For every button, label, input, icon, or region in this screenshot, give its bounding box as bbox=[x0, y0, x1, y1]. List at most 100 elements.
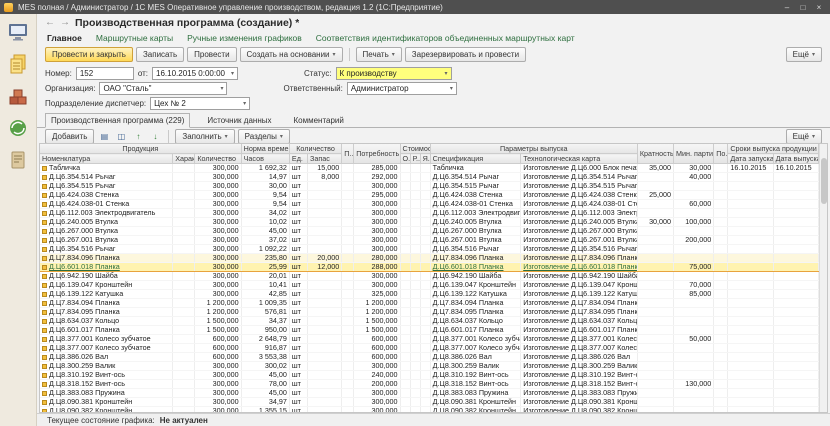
cell-dl[interactable] bbox=[728, 344, 773, 353]
cell-ch[interactable] bbox=[173, 164, 195, 173]
col-header-ya[interactable]: Я... bbox=[420, 154, 430, 164]
cell-u[interactable]: шт bbox=[289, 371, 307, 380]
cell-s[interactable] bbox=[308, 371, 342, 380]
cell-po[interactable] bbox=[714, 272, 728, 281]
cell-h[interactable]: 37,02 bbox=[241, 236, 289, 245]
post-button[interactable]: Провести bbox=[187, 47, 236, 62]
table-row[interactable]: Д.Ц7.834.095 Планка1 200,000576,81шт1 20… bbox=[40, 308, 819, 317]
cell-sp[interactable]: Д.Ц8.318.152 Винт-ось bbox=[430, 380, 521, 389]
cell-o[interactable] bbox=[400, 362, 410, 371]
cell-o[interactable] bbox=[400, 164, 410, 173]
cell-o[interactable] bbox=[400, 272, 410, 281]
cell-po[interactable] bbox=[714, 407, 728, 413]
cell-r[interactable] bbox=[410, 182, 420, 191]
cell-p[interactable] bbox=[342, 182, 354, 191]
cell-q[interactable]: 300,000 bbox=[195, 290, 241, 299]
cell-o[interactable] bbox=[400, 317, 410, 326]
date-field[interactable]: 16.10.2015 0:00:00 ▾ bbox=[152, 67, 238, 80]
cell-h[interactable]: 25,99 bbox=[241, 263, 289, 272]
col-header-techcard[interactable]: Технологическая карта bbox=[521, 154, 638, 164]
col-header-o[interactable]: О... bbox=[400, 154, 410, 164]
cell-dl[interactable] bbox=[728, 353, 773, 362]
sidebar-item-reports[interactable] bbox=[5, 148, 31, 172]
cell-sp[interactable]: Д.Ц7.834.094 Планка bbox=[430, 299, 521, 308]
cell-p[interactable] bbox=[342, 191, 354, 200]
cell-tc[interactable]: Изготовление Д.Ц8.383.083 Пружина bbox=[521, 389, 638, 398]
cell-s[interactable] bbox=[308, 272, 342, 281]
cell-u[interactable]: шт bbox=[289, 353, 307, 362]
cell-ya[interactable] bbox=[420, 317, 430, 326]
cell-sp[interactable]: Табличка bbox=[430, 164, 521, 173]
cell-r[interactable] bbox=[410, 371, 420, 380]
tab-data-source[interactable]: Источник данных bbox=[202, 114, 276, 127]
table-row[interactable]: Д.Ц6.424.038 Стенка300,0009,54шт295,000Д… bbox=[40, 191, 819, 200]
cell-q[interactable]: 300,000 bbox=[195, 191, 241, 200]
cell-d[interactable]: 600,000 bbox=[354, 335, 400, 344]
cell-h[interactable]: 34,97 bbox=[241, 398, 289, 407]
cell-m[interactable] bbox=[674, 272, 714, 281]
cell-u[interactable]: шт bbox=[289, 182, 307, 191]
table-scrollbar[interactable] bbox=[819, 144, 827, 412]
cell-k[interactable] bbox=[637, 308, 673, 317]
cell-r[interactable] bbox=[410, 317, 420, 326]
cell-k[interactable] bbox=[637, 281, 673, 290]
cell-k[interactable] bbox=[637, 272, 673, 281]
cell-k[interactable] bbox=[637, 371, 673, 380]
move-up-icon[interactable]: ↑ bbox=[131, 130, 145, 143]
cell-q[interactable]: 300,000 bbox=[195, 173, 241, 182]
cell-po[interactable] bbox=[714, 236, 728, 245]
cell-s[interactable] bbox=[308, 389, 342, 398]
cell-dl[interactable] bbox=[728, 182, 773, 191]
cell-d[interactable]: 300,000 bbox=[354, 245, 400, 254]
cell-ya[interactable] bbox=[420, 371, 430, 380]
cell-r[interactable] bbox=[410, 173, 420, 182]
cell-dr[interactable] bbox=[773, 245, 818, 254]
cell-dr[interactable] bbox=[773, 173, 818, 182]
organization-field[interactable]: ОАО "Сталь" ▾ bbox=[99, 82, 227, 95]
cell-p[interactable] bbox=[342, 335, 354, 344]
cell-h[interactable]: 916,87 bbox=[241, 344, 289, 353]
cell-m[interactable] bbox=[674, 317, 714, 326]
cell-r[interactable] bbox=[410, 344, 420, 353]
cell-k[interactable] bbox=[637, 227, 673, 236]
cell-h[interactable]: 30,00 bbox=[241, 182, 289, 191]
cell-tc[interactable]: Изготовление Д.Ц6.000 Блок печати bbox=[521, 164, 638, 173]
cell-po[interactable] bbox=[714, 218, 728, 227]
cell-d[interactable]: 240,000 bbox=[354, 371, 400, 380]
cell-r[interactable] bbox=[410, 398, 420, 407]
cell-dr[interactable] bbox=[773, 227, 818, 236]
cell-ch[interactable] bbox=[173, 236, 195, 245]
cell-m[interactable] bbox=[674, 308, 714, 317]
cell-sp[interactable]: Д.Ц8.300.259 Валик bbox=[430, 362, 521, 371]
cell-s[interactable]: 15,000 bbox=[308, 164, 342, 173]
cell-dl[interactable] bbox=[728, 236, 773, 245]
cell-m[interactable] bbox=[674, 299, 714, 308]
print-button[interactable]: Печать ▾ bbox=[356, 47, 402, 62]
cell-ch[interactable] bbox=[173, 182, 195, 191]
table-row[interactable]: Д.Ц6.267.001 Втулка300,00037,02шт300,000… bbox=[40, 236, 819, 245]
cell-h[interactable]: 45,00 bbox=[241, 371, 289, 380]
cell-p[interactable] bbox=[342, 353, 354, 362]
cell-q[interactable]: 300,000 bbox=[195, 263, 241, 272]
cell-r[interactable] bbox=[410, 335, 420, 344]
cell-dr[interactable] bbox=[773, 380, 818, 389]
table-row[interactable]: Д.Ц7.834.094 Планка1 200,0001 009,35шт1 … bbox=[40, 299, 819, 308]
cell-p[interactable] bbox=[342, 362, 354, 371]
cell-o[interactable] bbox=[400, 227, 410, 236]
cell-p[interactable] bbox=[342, 245, 354, 254]
cell-p[interactable] bbox=[342, 389, 354, 398]
cell-ya[interactable] bbox=[420, 299, 430, 308]
cell-ch[interactable] bbox=[173, 317, 195, 326]
cell-q[interactable]: 1 200,000 bbox=[195, 308, 241, 317]
cell-dr[interactable] bbox=[773, 317, 818, 326]
cell-sp[interactable]: Д.Ц6.942.190 Шайба bbox=[430, 272, 521, 281]
cell-k[interactable] bbox=[637, 326, 673, 335]
cell-o[interactable] bbox=[400, 290, 410, 299]
cell-s[interactable] bbox=[308, 191, 342, 200]
cell-po[interactable] bbox=[714, 353, 728, 362]
cell-p[interactable] bbox=[342, 308, 354, 317]
cell-ch[interactable] bbox=[173, 407, 195, 413]
copy-row-icon[interactable]: ◫ bbox=[114, 130, 128, 143]
cell-m[interactable]: 100,000 bbox=[674, 218, 714, 227]
cell-h[interactable]: 3 553,38 bbox=[241, 353, 289, 362]
